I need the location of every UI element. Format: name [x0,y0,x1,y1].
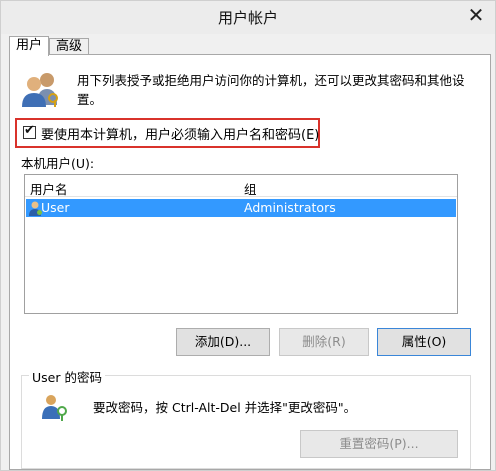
users-icon [19,71,63,107]
table-row[interactable] [26,199,456,217]
require-login-checkbox[interactable]: ✔ [23,123,36,139]
tab-advanced-label: 高级 [55,39,82,54]
require-login-label[interactable]: 要使用本计算机，用户必须输入用户名和密码(E) [41,124,319,143]
reset-password-button[interactable]: 重置密码(P)... [300,430,458,458]
add-user-button[interactable]: 添加(D)... [176,328,270,356]
close-icon[interactable]: ✕ [463,2,489,30]
remove-user-button[interactable]: 删除(R) [279,328,369,356]
tab-users[interactable]: 用户 [9,36,49,56]
checkmark-icon: ✔ [24,123,35,138]
properties-button[interactable]: 属性(O) [377,328,471,356]
password-group-title: User 的密码 [29,367,105,386]
user-accounts-window: 用户帐户 ✕ 用户 高级 用下列表授予或拒绝用户访问你的计算机，还可以更改其密码… [0,0,496,471]
header-divider [25,196,457,197]
local-users-label: 本机用户(U): [21,156,95,171]
tab-users-label: 用户 [15,38,42,53]
password-instructions: 要改密码，按 Ctrl-Alt-Del 并选择"更改密码"。 [93,400,357,415]
window-title: 用户帐户 [217,9,278,27]
tab-advanced[interactable]: 高级 [49,38,89,54]
intro-text: 用下列表授予或拒绝用户访问你的计算机，还可以更改其密码和其他设置。 [77,73,465,107]
user-name-cell: User [41,200,70,215]
title-bar[interactable]: 用户帐户 ✕ [1,1,495,34]
key-icon [41,393,69,421]
users-list[interactable]: 用户名 组 User Administrators [24,174,458,314]
user-group-cell: Administrators [244,200,336,215]
